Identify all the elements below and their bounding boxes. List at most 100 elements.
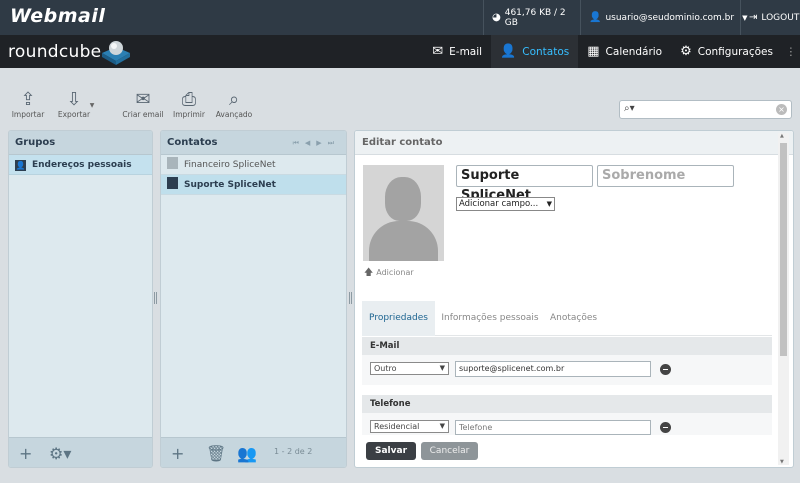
nav-contacts[interactable]: 👤 Contatos [491, 35, 579, 68]
logout-icon: ⇥ [749, 12, 758, 23]
editor-scrollbar[interactable]: ▲ ▼ [778, 133, 789, 465]
print-button[interactable]: ⎙ Imprimir [164, 89, 214, 120]
advanced-search-button[interactable]: ⌕ Avançado [209, 89, 259, 120]
magnifier-icon: ⌕ [228, 89, 240, 110]
contact-photo[interactable] [363, 165, 444, 261]
compose-label: Criar email [122, 110, 164, 119]
contact-editor: Editar contato 🡅 Adicionar Suporte Splice… [354, 130, 794, 468]
editor-tabs: Propriedades Informações pessoais Anotaç… [362, 301, 772, 336]
import-label: Importar [11, 110, 45, 119]
email-row: Outro ▼ suporte@splicenet.com.br [362, 355, 772, 385]
envelope-plus-icon: ✉ [135, 89, 151, 110]
vertical-dots-icon: ⋮ [785, 45, 797, 58]
calendar-icon: ▦ [587, 44, 600, 59]
export-label: Exportar [57, 110, 91, 119]
pager-arrows[interactable]: ⏮◀▶⏭ [293, 131, 340, 155]
contact-icon [167, 177, 178, 189]
add-field-select[interactable]: Adicionar campo... ▼ [456, 197, 555, 211]
contacts-count: 1 - 2 de 2 [274, 447, 313, 456]
export-dropdown[interactable]: ▼ [85, 102, 99, 109]
email-field[interactable]: suporte@splicenet.com.br [455, 361, 651, 377]
phone-row: Residencial ▼ Telefone [362, 413, 772, 435]
phone-type-value: Residencial [374, 422, 420, 431]
email-type-select[interactable]: Outro ▼ [370, 362, 449, 375]
remove-phone-icon[interactable] [660, 422, 671, 433]
clear-search-icon[interactable]: × [776, 104, 787, 115]
nav-email-label: E-mail [449, 45, 483, 58]
nav-calendar-label: Calendário [605, 45, 663, 58]
editor-title: Editar contato [355, 131, 793, 155]
advanced-label: Avançado [215, 110, 253, 119]
user-icon: 👤 [589, 12, 602, 23]
caret-down-icon: ▼ [439, 422, 445, 430]
quota-text: 461,76 KB / 2 GB [504, 7, 566, 28]
remove-from-group-icon[interactable]: 👥 [237, 444, 257, 463]
nav-contacts-label: Contatos [522, 45, 570, 58]
caret-down-icon: ▼ [439, 364, 445, 372]
main-nav: ✉ E-mail 👤 Contatos ▦ Calendário ⚙ Confi… [423, 35, 800, 68]
cancel-button[interactable]: Cancelar [421, 442, 478, 460]
contact-icon [167, 157, 178, 169]
remove-email-icon[interactable] [660, 364, 671, 375]
arrow-up-icon: 🡅 [364, 268, 374, 278]
nav-settings[interactable]: ⚙ Configurações [671, 35, 782, 68]
scrollbar-thumb[interactable] [780, 143, 787, 356]
person-icon: 👤 [500, 44, 517, 59]
add-field-label: Adicionar campo... [459, 199, 539, 209]
splitter-handle[interactable] [349, 292, 352, 304]
search-input[interactable]: ⌕▾ × [619, 100, 792, 119]
address-book-icon: 👤 [15, 160, 26, 171]
tab-notes[interactable]: Anotações [545, 301, 602, 336]
caret-down-icon: ▼ [89, 102, 95, 109]
avatar-body [369, 221, 438, 261]
nav-settings-label: Configurações [697, 45, 773, 58]
email-legend: E-Mail [362, 337, 772, 355]
phone-field[interactable]: Telefone [455, 420, 651, 435]
group-item-label: Endereços pessoais [32, 160, 132, 170]
phone-legend: Telefone [362, 395, 772, 413]
splitter-handle[interactable] [154, 292, 157, 304]
app-header: roundcube ✉ E-mail 👤 Contatos ▦ Calendár… [0, 35, 800, 68]
roundcube-logo-icon [102, 41, 130, 65]
roundcube-logo: roundcube [8, 42, 102, 62]
import-icon: ⇪ [20, 89, 36, 110]
import-button[interactable]: ⇪ Importar [3, 89, 53, 120]
tab-personal-info[interactable]: Informações pessoais [440, 301, 540, 336]
save-button[interactable]: Salvar [366, 442, 416, 460]
groups-footer: + ⚙▾ [9, 437, 152, 467]
email-type-value: Outro [374, 364, 397, 373]
add-group-icon[interactable]: + [19, 444, 32, 463]
add-contact-icon[interactable]: + [171, 444, 184, 463]
nav-more[interactable]: ⋮ [782, 35, 800, 68]
search-icon[interactable]: ⌕▾ [624, 103, 635, 114]
compose-button[interactable]: ✉ Criar email [118, 89, 168, 120]
logout-label: LOGOUT [761, 12, 800, 23]
user-email: usuario@seudominio.com.br [605, 12, 735, 23]
caret-down-icon: ▼ [546, 200, 552, 208]
trash-icon[interactable]: 🗑 [206, 444, 226, 463]
phone-type-select[interactable]: Residencial ▼ [370, 420, 449, 433]
nav-calendar[interactable]: ▦ Calendário [578, 35, 671, 68]
group-item[interactable]: 👤 Endereços pessoais [9, 155, 152, 175]
scroll-up-arrow-icon[interactable]: ▲ [780, 133, 784, 139]
contact-row[interactable]: Financeiro SpliceNet [161, 155, 346, 175]
groups-panel: Grupos 👤 Endereços pessoais + ⚙▾ [8, 130, 153, 468]
contact-row-label: Financeiro SpliceNet [184, 160, 276, 170]
last-name-field[interactable]: Sobrenome [597, 165, 734, 187]
add-photo-label: Adicionar [376, 268, 414, 277]
quota-indicator: ◕ 461,76 KB / 2 GB [483, 0, 578, 35]
first-name-field[interactable]: Suporte SpliceNet [456, 165, 593, 203]
contact-row-selected[interactable]: Suporte SpliceNet [161, 175, 346, 195]
user-menu[interactable]: 👤 usuario@seudominio.com.br ▼ [580, 0, 748, 35]
nav-email[interactable]: ✉ E-mail [423, 35, 491, 68]
top-bar: Webmail ◕ 461,76 KB / 2 GB 👤 usuario@seu… [0, 0, 800, 35]
logout-button[interactable]: ⇥ LOGOUT [740, 0, 800, 35]
group-options-gear-icon[interactable]: ⚙▾ [49, 444, 71, 463]
print-label: Imprimir [173, 110, 205, 119]
envelope-icon: ✉ [432, 44, 444, 59]
scroll-down-arrow-icon[interactable]: ▼ [780, 459, 784, 465]
add-photo-link[interactable]: 🡅 Adicionar [364, 265, 414, 281]
printer-icon: ⎙ [181, 89, 197, 110]
contact-row-label: Suporte SpliceNet [184, 180, 276, 190]
tab-properties[interactable]: Propriedades [362, 301, 435, 336]
